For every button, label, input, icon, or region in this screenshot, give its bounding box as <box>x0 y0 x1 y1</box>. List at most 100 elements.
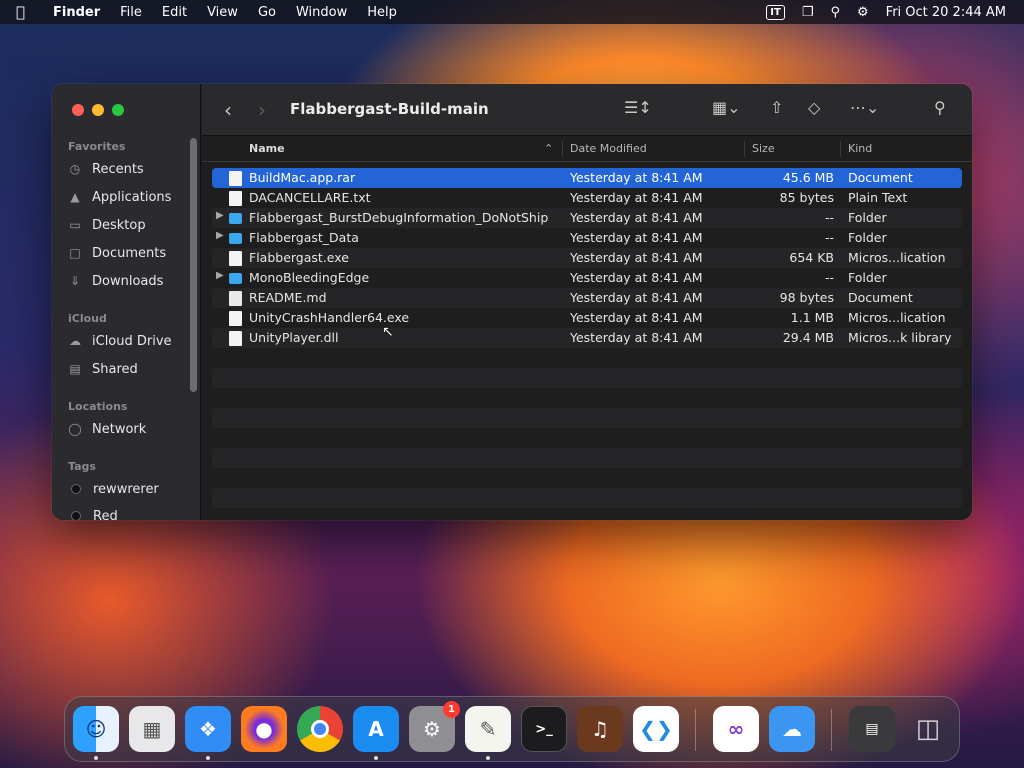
list-view-icon[interactable]: ☰↕ <box>624 98 652 117</box>
empty-row <box>212 468 962 488</box>
sidebar-item-label: Red <box>93 508 118 521</box>
file-name: UnityPlayer.dll <box>249 330 339 345</box>
file-row[interactable]: ▶ Flabbergast_BurstDebugInformation_DoNo… <box>212 208 962 228</box>
finder-window: Favorites ◷ Recents ▲ Applications ▭ Des… <box>52 84 972 520</box>
menu-file[interactable]: File <box>120 5 142 20</box>
file-kind: Document <box>848 170 913 185</box>
menu-view[interactable]: View <box>207 5 238 20</box>
empty-row <box>212 408 962 428</box>
column-header-size[interactable]: Size <box>752 142 775 155</box>
chrome-app-icon[interactable] <box>297 706 343 752</box>
input-source-indicator[interactable]: IT <box>766 4 785 20</box>
file-kind: Folder <box>848 270 887 285</box>
launchpad-app-icon[interactable]: ▦ <box>129 706 175 752</box>
terminal-app-icon[interactable]: >_ <box>521 706 567 752</box>
file-row[interactable]: BuildMac.app.rar Yesterday at 8:41 AM 45… <box>212 168 962 188</box>
sidebar-item-icloud-drive[interactable]: ☁ iCloud Drive <box>68 331 172 351</box>
zoom-button[interactable] <box>112 104 124 116</box>
back-chevron-icon[interactable]: ‹ <box>224 98 232 122</box>
disclosure-triangle-icon[interactable]: ▶ <box>216 270 224 281</box>
disclosure-triangle-icon[interactable]: ▶ <box>216 230 224 241</box>
more-actions-icon[interactable]: ⋯⌄ <box>850 98 879 117</box>
sidebar-item-network[interactable]: ◯ Network <box>68 419 146 439</box>
text-file-icon <box>229 191 242 206</box>
file-row[interactable]: README.md Yesterday at 8:41 AM 98 bytes … <box>212 288 962 308</box>
search-icon[interactable]: ⚲ <box>934 98 946 117</box>
sidebar-scrollbar[interactable] <box>190 138 197 392</box>
sidebar-item-label: Recents <box>92 161 144 177</box>
minimize-button[interactable] <box>92 104 104 116</box>
file-date: Yesterday at 8:41 AM <box>570 310 703 325</box>
weather-app-icon[interactable]: ☁ <box>769 706 815 752</box>
finder-app-icon[interactable]: ☺ <box>73 706 119 752</box>
sidebar-item-desktop[interactable]: ▭ Desktop <box>68 215 145 235</box>
tag-icon[interactable]: ◇ <box>808 98 820 117</box>
menu-help[interactable]: Help <box>367 5 397 20</box>
search-icon[interactable]: ⚲ <box>830 5 840 20</box>
close-button[interactable] <box>72 104 84 116</box>
dock: ☺ ▦ ❖ ● A ⚙ 1 ✎ >_ ♫ ❮❯ ∞ ☁ ▤ ◫ <box>64 696 960 762</box>
group-grid-icon[interactable]: ▦⌄ <box>712 98 741 117</box>
document-icon: □ <box>69 246 81 260</box>
control-center-icon[interactable]: ⚙ <box>857 5 869 20</box>
sidebar-item-tag-red[interactable]: Red <box>68 506 118 520</box>
menu-go[interactable]: Go <box>258 5 276 20</box>
app-store-icon[interactable]: A <box>353 706 399 752</box>
garageband-app-icon[interactable]: ♫ <box>577 706 623 752</box>
sidebar-heading-tags: Tags <box>68 460 96 473</box>
menu-clock[interactable]: Fri Oct 20 2:44 AM <box>886 5 1006 20</box>
sidebar-item-label: iCloud Drive <box>92 333 172 349</box>
system-settings-icon[interactable]: ⚙ 1 <box>409 701 460 752</box>
sidebar-item-label: Shared <box>92 361 138 377</box>
file-row[interactable]: DACANCELLARE.txt Yesterday at 8:41 AM 85… <box>212 188 962 208</box>
file-date: Yesterday at 8:41 AM <box>570 230 703 245</box>
window-controls <box>72 104 132 116</box>
downloads-stack-icon[interactable]: ▤ <box>849 706 895 752</box>
sidebar-item-label: Applications <box>92 189 172 205</box>
file-size: 1.1 MB <box>790 310 834 325</box>
file-size: -- <box>824 270 834 285</box>
sidebar-item-tag-rewwrerer[interactable]: rewwrerer <box>68 479 159 499</box>
file-row[interactable]: UnityPlayer.dll Yesterday at 8:41 AM 29.… <box>212 328 962 348</box>
file-date: Yesterday at 8:41 AM <box>570 250 703 265</box>
column-divider[interactable] <box>744 141 745 157</box>
file-row[interactable]: ▶ MonoBleedingEdge Yesterday at 8:41 AM … <box>212 268 962 288</box>
column-divider[interactable] <box>562 141 563 157</box>
sort-chevron-icon[interactable]: ⌃ <box>544 142 553 155</box>
sidebar-item-applications[interactable]: ▲ Applications <box>68 187 171 207</box>
column-header-name[interactable]: Name <box>249 142 285 155</box>
file-row[interactable]: Flabbergast.exe Yesterday at 8:41 AM 654… <box>212 248 962 268</box>
menu-window[interactable]: Window <box>296 5 347 20</box>
apple-icon[interactable]:  <box>16 3 38 21</box>
column-divider[interactable] <box>840 141 841 157</box>
sidebar-item-downloads[interactable]: ⇓ Downloads <box>68 271 163 291</box>
empty-row <box>212 448 962 468</box>
file-row[interactable]: UnityCrashHandler64.exe Yesterday at 8:4… <box>212 308 962 328</box>
column-header-date[interactable]: Date Modified <box>570 142 647 155</box>
safari-app-icon[interactable]: ❖ <box>185 706 231 752</box>
folder-icon <box>229 233 242 244</box>
file-row[interactable]: ▶ Flabbergast_Data Yesterday at 8:41 AM … <box>212 228 962 248</box>
empty-row <box>212 388 962 408</box>
menu-app-name[interactable]: Finder <box>53 5 100 20</box>
visual-studio-app-icon[interactable]: ∞ <box>713 706 759 752</box>
globe-icon: ◯ <box>68 422 82 436</box>
file-name: DACANCELLARE.txt <box>249 190 371 205</box>
textedit-app-icon[interactable]: ✎ <box>465 706 511 752</box>
sidebar-item-recents[interactable]: ◷ Recents <box>68 159 144 179</box>
disclosure-triangle-icon[interactable]: ▶ <box>216 210 224 221</box>
menu-edit[interactable]: Edit <box>162 5 187 20</box>
vscode-app-icon[interactable]: ❮❯ <box>633 706 679 752</box>
trash-icon[interactable]: ◫ <box>905 706 951 752</box>
file-kind: Micros...k library <box>848 330 952 345</box>
desktop-icon: ▭ <box>69 218 81 232</box>
share-icon[interactable]: ⇧ <box>770 98 783 117</box>
column-header-kind[interactable]: Kind <box>848 142 872 155</box>
file-name: BuildMac.app.rar <box>249 170 356 185</box>
firefox-app-icon[interactable]: ● <box>241 706 287 752</box>
forward-chevron-icon[interactable]: › <box>258 98 266 122</box>
sidebar-item-shared[interactable]: ▤ Shared <box>68 359 138 379</box>
file-size: -- <box>824 210 834 225</box>
screen-mirroring-icon[interactable]: ❐ <box>802 5 814 20</box>
sidebar-item-documents[interactable]: □ Documents <box>68 243 166 263</box>
